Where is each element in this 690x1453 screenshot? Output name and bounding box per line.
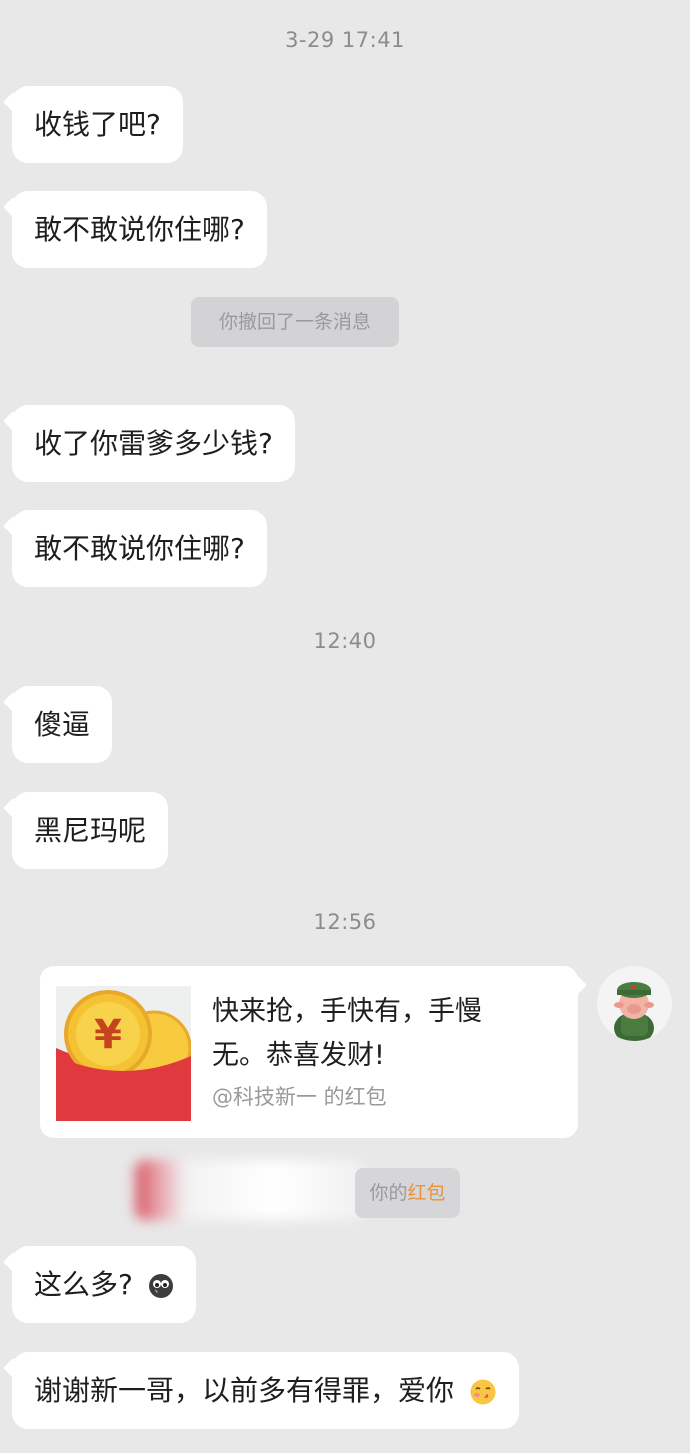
- message-text: 黑尼玛呢: [34, 814, 147, 847]
- message-text: 傻逼: [34, 708, 91, 741]
- received-text: 你的: [369, 1182, 408, 1204]
- message-bubble[interactable]: 敢不敢说你住哪?: [12, 191, 267, 268]
- redacted-name: [135, 1160, 365, 1220]
- timestamp: 3-29 17:41: [285, 28, 405, 52]
- timestamp: 12:56: [313, 910, 377, 934]
- red-packet-sender: @科技新一 的红包: [212, 1085, 387, 1109]
- message-bubble[interactable]: 谢谢新一哥，以前多有得罪，爱你: [12, 1352, 519, 1429]
- red-packet-line: 快来抢，手快有，手慢: [212, 996, 482, 1027]
- soldier-avatar-icon: [614, 982, 654, 1041]
- timestamp: 12:40: [313, 629, 377, 653]
- recall-text: 你撤回了一条消息: [218, 311, 371, 333]
- message-bubble[interactable]: 傻逼: [12, 686, 113, 763]
- message-text: 敢不敢说你住哪?: [34, 532, 245, 565]
- message-text: 收钱了吧?: [34, 108, 161, 141]
- red-packet-icon: ¥: [56, 986, 191, 1121]
- message-text: 收了你雷爹多少钱?: [34, 427, 273, 460]
- message-text: 谢谢新一哥，以前多有得罪，爱你: [34, 1374, 455, 1407]
- message-bubble[interactable]: 这么多?: [12, 1246, 196, 1323]
- red-packet-link[interactable]: 红包: [408, 1182, 446, 1204]
- tearful-face-icon: [148, 1274, 173, 1298]
- message-bubble[interactable]: 收钱了吧?: [12, 86, 183, 163]
- message-bubble[interactable]: 敢不敢说你住哪?: [12, 510, 267, 587]
- red-packet-received-notice: 你的红包: [355, 1168, 460, 1218]
- red-packet-message: 快来抢，手快有，手慢 无。恭喜发财!: [212, 990, 532, 1078]
- message-bubble[interactable]: 黑尼玛呢: [12, 792, 169, 869]
- red-packet-card[interactable]: ¥ 快来抢，手快有，手慢 无。恭喜发财! @科技新一 的红包: [40, 966, 578, 1138]
- kissing-face-icon: [470, 1379, 496, 1405]
- recall-notice: 你撤回了一条消息: [191, 297, 399, 347]
- message-text: 敢不敢说你住哪?: [34, 213, 245, 246]
- message-text: 这么多?: [34, 1268, 133, 1301]
- svg-text:¥: ¥: [94, 1012, 122, 1058]
- message-bubble[interactable]: 收了你雷爹多少钱?: [12, 405, 295, 482]
- red-packet-line: 无。恭喜发财!: [212, 1040, 385, 1071]
- chat-screen: 3-29 17:41 收钱了吧? 敢不敢说你住哪? 你撤回了一条消息 收了你雷爹…: [0, 0, 690, 1453]
- avatar[interactable]: [597, 966, 672, 1041]
